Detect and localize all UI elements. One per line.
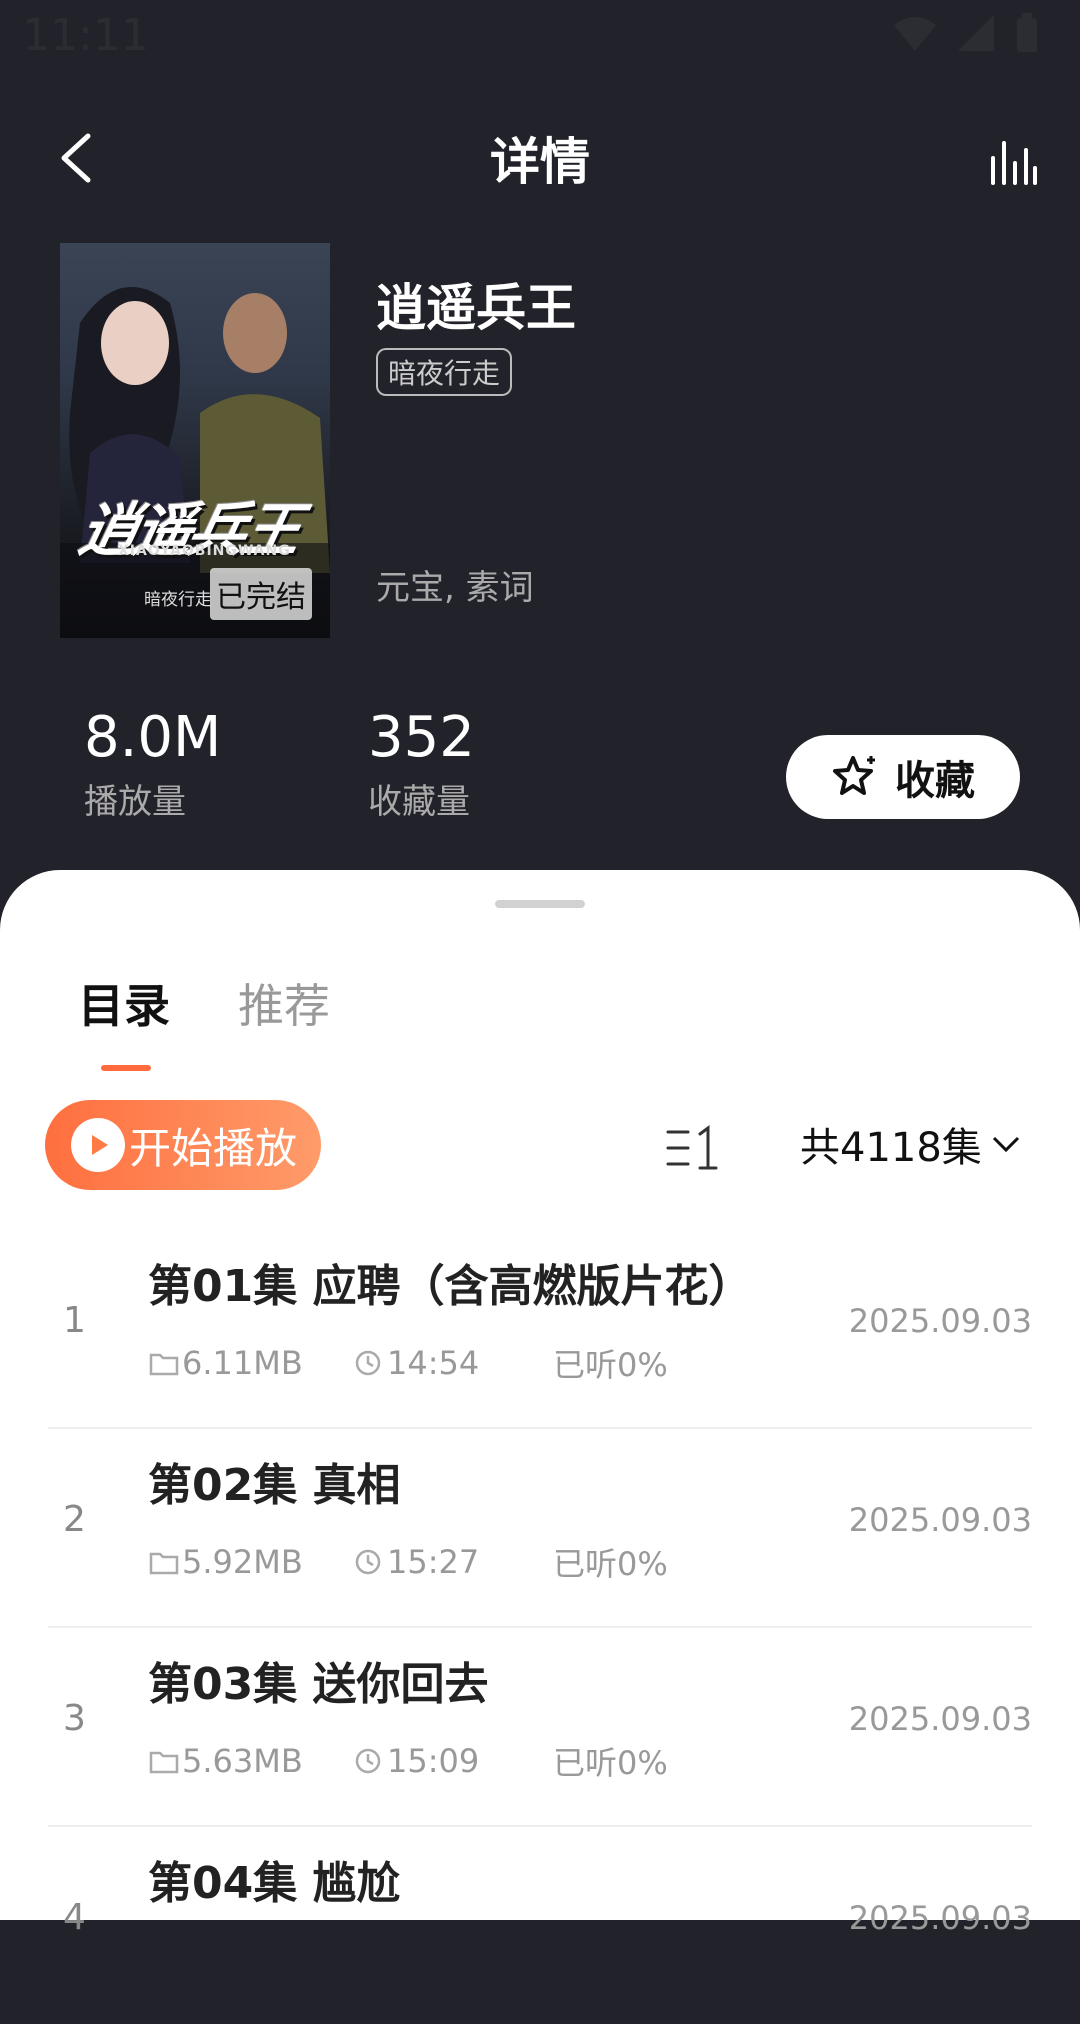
episode-title: 第01集 应聘（含高燃版片花） [148,1261,753,1312]
episode-title: 第03集 送你回去 [148,1659,489,1710]
status-bar: 11:11 [0,0,1080,72]
episode-date: 2025.09.03 [848,1700,1032,1738]
battery-icon [1017,13,1037,52]
favorite-button[interactable]: 收藏 [786,735,1020,819]
clock-icon [355,1748,381,1774]
plays-count: 8.0M [84,705,222,770]
book-title: 逍遥兵王 [376,279,576,337]
start-play-label: 开始播放 [129,1123,298,1173]
plays-label: 播放量 [84,782,186,822]
author-tag[interactable]: 暗夜行走 [376,348,513,396]
plays-stat: 8.0M 播放量 [84,705,221,823]
drag-handle[interactable] [495,900,585,908]
signal-icon [958,15,994,51]
episode-meta: 5.92MB 15:27 已听0% [148,1539,668,1585]
tab-indicator [101,1065,151,1071]
play-icon [71,1118,125,1172]
episode-count-dropdown[interactable]: 共4118集 [800,1115,1022,1173]
tab-recommend[interactable]: 推荐 [238,970,330,1036]
episode-date: 2025.09.03 [848,1501,1032,1539]
episode-row[interactable]: 2 第02集 真相 5.92MB 15:27 已听0% 2025.09.03 [48,1429,1032,1628]
star-plus-icon [833,756,875,795]
folder-icon [149,1353,179,1376]
top-bar: 详情 [0,100,1080,210]
favorites-label: 收藏量 [368,782,470,822]
folder-icon [149,1552,179,1575]
episode-row[interactable]: 1 第01集 应聘（含高燃版片花） 6.11MB 14:54 已听0% 2025… [48,1230,1032,1429]
episode-meta: 6.11MB 14:54 已听0% [148,1340,668,1386]
episode-title: 第04集 尴尬 [148,1858,401,1909]
episode-title: 第02集 真相 [148,1460,401,1511]
narrators: 元宝, 素词 [376,568,534,608]
episode-progress: 已听0% [553,1545,668,1583]
folder-icon [149,1751,179,1774]
episode-progress: 已听0% [553,1744,668,1782]
clock-icon [355,1350,381,1376]
episode-progress: 已听0% [553,1346,668,1384]
clock-icon [355,1549,381,1575]
start-play-button[interactable]: 开始播放 [45,1100,321,1190]
episode-size: 6.11MB [148,1344,353,1382]
completed-badge: 已完结 [210,568,312,620]
favorites-stat: 352 收藏量 [368,705,475,823]
favorites-count: 352 [368,705,475,770]
episode-sheet: 目录 推荐 开始播放 共4118集 1 第01集 应聘（含高燃版片花） 6.11… [0,870,1080,1938]
episode-index: 3 [63,1698,86,1739]
tab-catalog[interactable]: 目录 [78,970,170,1036]
episode-meta: 5.63MB 15:09 已听0% [148,1738,668,1784]
status-icons [892,12,1040,54]
episode-index: 2 [63,1499,86,1540]
episode-duration: 15:27 [353,1543,553,1581]
sort-order-icon[interactable] [664,1122,718,1172]
chevron-down-icon [992,1136,1019,1153]
cover-subtitle: XIAOYAOBINGWANG [118,543,291,559]
episode-row[interactable]: 3 第03集 送你回去 5.63MB 15:09 已听0% 2025.09.03 [48,1628,1032,1827]
episode-row[interactable]: 4 第04集 尴尬 2025.09.03 [48,1827,1032,2024]
status-time: 11:11 [22,10,149,61]
episode-duration: 15:09 [353,1742,553,1780]
episode-index: 4 [63,1897,86,1938]
page-title: 详情 [490,133,590,191]
audio-bars-icon[interactable] [988,138,1038,188]
episode-index: 1 [63,1300,86,1341]
episode-count-label: 共4118集 [800,1125,982,1171]
episode-list: 1 第01集 应聘（含高燃版片花） 6.11MB 14:54 已听0% 2025… [0,1230,1080,2024]
episode-duration: 14:54 [353,1344,553,1382]
wifi-icon [894,17,936,51]
episode-date: 2025.09.03 [848,1302,1032,1340]
episode-date: 2025.09.03 [848,1899,1032,1937]
book-cover[interactable]: 逍遥兵王 XIAOYAOBINGWANG 暗夜行走 已完结 [60,243,330,638]
episode-size: 5.63MB [148,1742,353,1780]
episode-size: 5.92MB [148,1543,353,1581]
favorite-label: 收藏 [895,758,975,804]
cover-author: 暗夜行走 [144,590,212,610]
